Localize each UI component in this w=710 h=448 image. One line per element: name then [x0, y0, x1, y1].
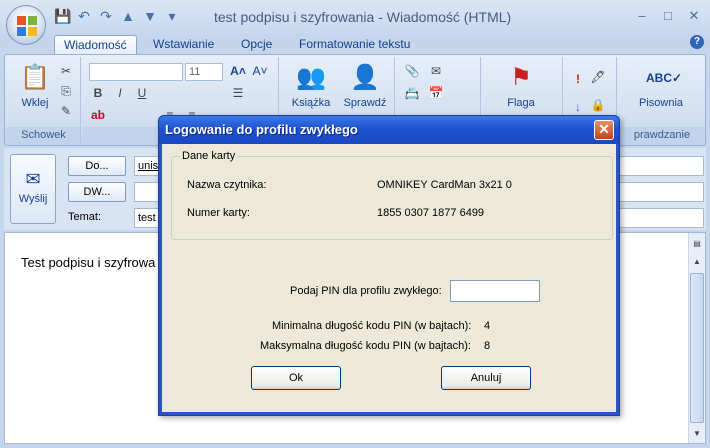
pin-login-dialog: Logowanie do profilu zwykłego ✕ Dane kar…: [158, 115, 620, 416]
dialog-client: Dane karty Nazwa czytnika: OMNIKEY CardM…: [162, 144, 616, 412]
clipboard-group-label: Schowek: [7, 127, 80, 143]
cut-icon[interactable]: ✂: [57, 63, 75, 79]
format-painter-icon[interactable]: ✎: [57, 103, 75, 119]
proofing-group: ABC✓ Pisownia prawdzanie: [619, 57, 705, 143]
pin-input[interactable]: [450, 280, 540, 302]
cc-button[interactable]: DW...: [68, 182, 126, 202]
check-names-label: Sprawdź: [343, 97, 387, 109]
scroll-down-icon[interactable]: ▼: [690, 427, 704, 441]
dialog-title: Logowanie do profilu zwykłego: [165, 122, 358, 137]
close-icon[interactable]: ✕: [686, 8, 702, 24]
address-book-icon: 👥: [296, 64, 326, 91]
paste-label: Wklej: [21, 97, 49, 109]
send-label: Wyślij: [18, 193, 48, 205]
tab-format-text[interactable]: Formatowanie tekstu: [290, 35, 419, 55]
attach-item-icon[interactable]: ✉: [427, 63, 445, 79]
tab-message[interactable]: Wiadomość: [54, 35, 137, 55]
clipboard-icon: 📋: [20, 64, 50, 91]
flag-label: Flaga: [507, 97, 535, 109]
maximize-icon[interactable]: □: [660, 8, 676, 24]
down-arrow-icon[interactable]: ▼: [142, 8, 158, 24]
send-button[interactable]: ✉ Wyślij: [10, 154, 56, 224]
scroll-thumb[interactable]: [690, 273, 704, 423]
card-number-value: 1855 0307 1877 6499: [377, 207, 485, 219]
business-card-icon[interactable]: 📇: [403, 85, 421, 101]
ruler-icon[interactable]: ▤: [690, 237, 704, 251]
proofing-group-label: prawdzanie: [619, 127, 705, 143]
up-arrow-icon[interactable]: ▲: [120, 8, 136, 24]
max-pin-length-label: Maksymalna długość kodu PIN (w bajtach):: [260, 340, 471, 352]
body-text: Test podpisu i szyfrowa: [21, 255, 156, 270]
underline-button[interactable]: U: [133, 85, 151, 101]
min-pin-length-label: Minimalna długość kodu PIN (w bajtach):: [272, 320, 472, 332]
highlight-icon[interactable]: ab: [89, 107, 107, 123]
calendar-icon[interactable]: 📅: [427, 85, 445, 101]
window-title: test podpisu i szyfrowania - Wiadomość (…: [214, 9, 512, 25]
vertical-scrollbar[interactable]: ▤ ▲ ▼: [688, 233, 705, 443]
low-importance-icon[interactable]: ↓: [569, 99, 587, 115]
send-icon: ✉: [25, 169, 41, 189]
bold-button[interactable]: B: [89, 85, 107, 101]
help-icon[interactable]: ?: [690, 35, 704, 49]
min-pin-length-value: 4: [484, 320, 491, 332]
tab-insert[interactable]: Wstawianie: [144, 35, 223, 55]
undo-icon[interactable]: ↶: [76, 8, 92, 24]
minimize-icon[interactable]: –: [634, 8, 650, 24]
fieldset-legend: Dane karty: [180, 150, 238, 162]
sign-message-icon[interactable]: 🖋: [589, 69, 607, 85]
check-names-button[interactable]: 👤 Sprawdź: [337, 63, 393, 109]
copy-icon[interactable]: ⎘: [57, 83, 75, 99]
encrypt-message-icon[interactable]: 🔒: [589, 97, 607, 113]
office-logo-icon: [17, 16, 37, 36]
flag-icon: ⚑: [510, 64, 532, 91]
font-size-dropdown[interactable]: 11: [185, 63, 223, 81]
reader-value: OMNIKEY CardMan 3x21 0: [377, 179, 512, 191]
spelling-label: Pisownia: [638, 97, 684, 109]
cancel-button[interactable]: Anuluj: [441, 366, 531, 390]
save-icon[interactable]: 💾: [54, 8, 71, 24]
address-book-button[interactable]: 👥 Książka: [283, 63, 339, 109]
check-names-icon: 👤: [350, 64, 380, 91]
tab-options[interactable]: Opcje: [232, 35, 281, 55]
subject-label: Temat:: [68, 211, 102, 223]
redo-icon[interactable]: ↷: [98, 8, 114, 24]
bullets-icon[interactable]: ☰: [229, 85, 247, 101]
window-titlebar: 💾 ↶ ↷ ▲ ▼ ▾ test podpisu i szyfrowania -…: [0, 0, 710, 34]
card-number-label: Numer karty:: [187, 207, 250, 219]
spelling-icon: ABC✓: [646, 71, 683, 85]
high-importance-icon[interactable]: !: [569, 71, 587, 87]
card-data-fieldset: Dane karty Nazwa czytnika: OMNIKEY CardM…: [171, 150, 613, 240]
quick-access-toolbar: 💾 ↶ ↷ ▲ ▼ ▾: [54, 8, 180, 24]
spelling-button[interactable]: ABC✓ Pisownia: [633, 63, 689, 109]
reader-label: Nazwa czytnika:: [187, 179, 267, 191]
ribbon-tabs: Wiadomość Wstawianie Opcje Formatowanie …: [0, 32, 710, 55]
grow-font-icon[interactable]: A˄: [229, 63, 247, 79]
clipboard-group: 📋 Wklej ✂ ⎘ ✎ Schowek: [7, 57, 81, 143]
ok-button[interactable]: Ok: [251, 366, 341, 390]
pin-prompt-label: Podaj PIN dla profilu zwykłego:: [290, 285, 442, 297]
dialog-close-icon[interactable]: ✕: [594, 120, 614, 140]
to-button[interactable]: Do...: [68, 156, 126, 176]
paste-button[interactable]: 📋 Wklej: [7, 63, 63, 109]
flag-button[interactable]: ⚑ Flaga: [493, 63, 549, 109]
italic-button[interactable]: I: [111, 85, 129, 101]
font-name-dropdown[interactable]: [89, 63, 183, 81]
office-button[interactable]: [6, 5, 46, 45]
max-pin-length-value: 8: [484, 340, 491, 352]
address-book-label: Książka: [291, 97, 331, 109]
dialog-titlebar: Logowanie do profilu zwykłego ✕: [159, 116, 619, 144]
shrink-font-icon[interactable]: A˅: [251, 63, 269, 79]
customize-qat-icon[interactable]: ▾: [164, 8, 180, 24]
scroll-up-icon[interactable]: ▲: [690, 255, 704, 269]
attach-file-icon[interactable]: 📎: [403, 63, 421, 79]
